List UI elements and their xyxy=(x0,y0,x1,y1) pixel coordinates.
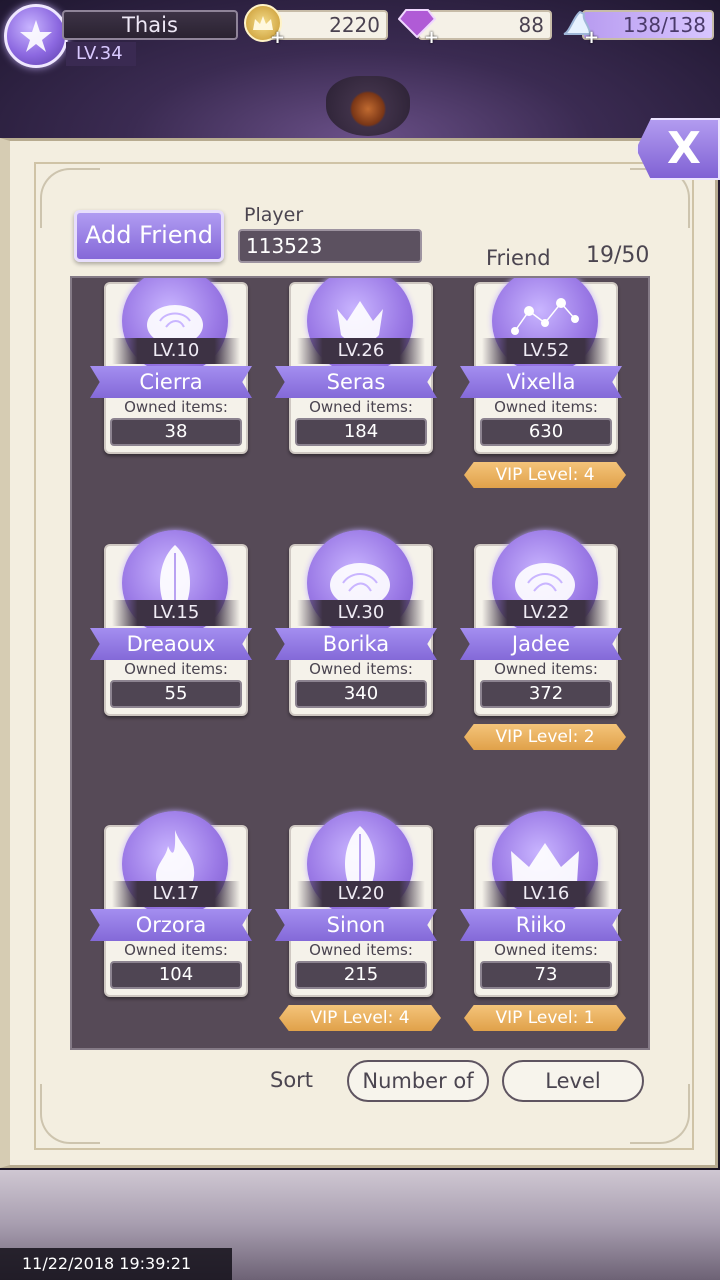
friend-name: Borika xyxy=(275,628,437,660)
friend-list[interactable]: LV.10 Cierra Owned items: 38 LV.26 Seras… xyxy=(70,276,650,1050)
vip-badge: VIP Level: 1 xyxy=(464,1005,626,1031)
owned-items-label: Owned items: xyxy=(309,660,413,678)
stamina-counter: 138/138 xyxy=(582,10,714,40)
friend-name: Orzora xyxy=(90,909,252,941)
friend-level: LV.16 xyxy=(482,881,610,907)
friend-level: LV.52 xyxy=(482,338,610,364)
timestamp: 11/22/2018 19:39:21 xyxy=(0,1248,232,1280)
owned-items-label: Owned items: xyxy=(124,398,228,416)
owned-items-label: Owned items: xyxy=(494,660,598,678)
close-button[interactable]: X xyxy=(636,118,720,180)
friend-level: LV.10 xyxy=(112,338,240,364)
friend-count: 19/50 xyxy=(586,243,650,268)
player-search-label: Player xyxy=(244,204,304,226)
add-gem-icon[interactable]: + xyxy=(424,29,440,47)
owned-items-label: Owned items: xyxy=(494,398,598,416)
owned-items-label: Owned items: xyxy=(309,398,413,416)
player-search-input[interactable]: 113523 xyxy=(238,229,422,263)
owned-items-value: 630 xyxy=(480,418,612,446)
friend-level: LV.20 xyxy=(297,881,425,907)
friend-name: Vixella xyxy=(460,366,622,398)
owned-items-value: 38 xyxy=(110,418,242,446)
owned-items-value: 215 xyxy=(295,961,427,989)
top-status-bar: Thais LV.34 2220 + 88 + 138/138 + xyxy=(0,0,720,140)
vip-badge: VIP Level: 4 xyxy=(464,462,626,488)
add-stamina-icon[interactable]: + xyxy=(584,29,600,47)
friend-level: LV.26 xyxy=(297,338,425,364)
owned-items-label: Owned items: xyxy=(124,660,228,678)
sort-label: Sort xyxy=(270,1068,314,1092)
add-friend-button[interactable]: Add Friend xyxy=(74,210,224,262)
friend-name: Sinon xyxy=(275,909,437,941)
owned-items-value: 184 xyxy=(295,418,427,446)
friend-level: LV.22 xyxy=(482,600,610,626)
friend-name: Jadee xyxy=(460,628,622,660)
sort-number-button[interactable]: Number of xyxy=(347,1060,489,1102)
flourish-corner xyxy=(40,1084,100,1144)
player-level: LV.34 xyxy=(66,42,136,66)
player-avatar[interactable] xyxy=(4,4,68,68)
owned-items-label: Owned items: xyxy=(494,941,598,959)
friend-name: Cierra xyxy=(90,366,252,398)
owned-items-label: Owned items: xyxy=(124,941,228,959)
friend-label: Friend xyxy=(486,246,551,270)
owned-items-value: 340 xyxy=(295,680,427,708)
owned-items-value: 104 xyxy=(110,961,242,989)
friend-level: LV.15 xyxy=(112,600,240,626)
star-icon xyxy=(20,20,52,52)
sort-level-button[interactable]: Level xyxy=(502,1060,644,1102)
vip-badge: VIP Level: 2 xyxy=(464,724,626,750)
owned-items-value: 73 xyxy=(480,961,612,989)
clasp-ornament xyxy=(326,76,410,136)
owned-items-value: 55 xyxy=(110,680,242,708)
vip-badge: VIP Level: 4 xyxy=(279,1005,441,1031)
owned-items-label: Owned items: xyxy=(309,941,413,959)
friend-name: Riiko xyxy=(460,909,622,941)
friend-level: LV.30 xyxy=(297,600,425,626)
add-gold-icon[interactable]: + xyxy=(270,29,286,47)
friend-name: Dreaoux xyxy=(90,628,252,660)
friend-level: LV.17 xyxy=(112,881,240,907)
owned-items-value: 372 xyxy=(480,680,612,708)
player-name: Thais xyxy=(62,10,238,40)
friend-name: Seras xyxy=(275,366,437,398)
